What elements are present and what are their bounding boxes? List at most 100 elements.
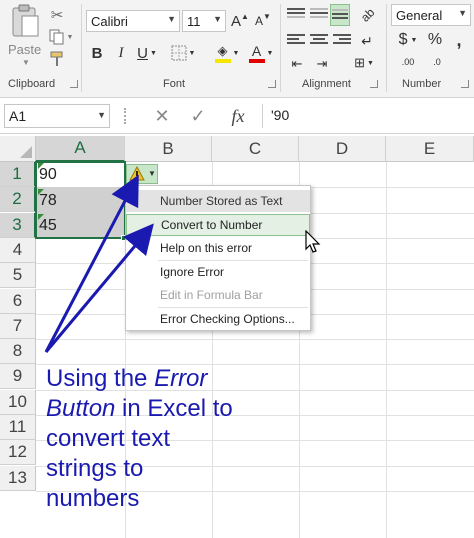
row-header-5[interactable]: 5	[0, 263, 36, 288]
font-name-select[interactable]: Calibri ▼	[86, 10, 180, 32]
grow-font-button[interactable]: A ▲	[230, 10, 250, 32]
font-size-select[interactable]: 11 ▼	[182, 10, 226, 32]
format-painter-button[interactable]	[48, 50, 66, 68]
copy-button[interactable]: ▼	[48, 28, 74, 46]
number-dialog-launcher[interactable]	[461, 80, 469, 88]
cut-button[interactable]: ✂	[48, 6, 66, 24]
row-header-1[interactable]: 1	[0, 162, 36, 187]
cancel-button[interactable]: ✕	[150, 104, 174, 128]
grid-column-line	[386, 162, 387, 538]
error-indicator-icon	[38, 189, 44, 195]
row-header-13[interactable]: 13	[0, 466, 36, 491]
error-button[interactable]: ▼	[126, 164, 158, 184]
italic-icon: I	[118, 44, 124, 61]
caption-line-1a: Using the	[46, 365, 155, 392]
chevron-down-icon: ▼	[22, 58, 30, 67]
align-top-icon[interactable]	[287, 8, 305, 22]
align-bottom-icon[interactable]	[330, 4, 350, 26]
cell-a1[interactable]: 90	[37, 162, 125, 187]
decrease-indent-button[interactable]: ⇤	[287, 56, 307, 72]
cell-a3[interactable]: 45	[37, 213, 125, 238]
align-right-icon[interactable]	[333, 34, 351, 48]
menu-header-number-stored-as-text: Number Stored as Text	[126, 190, 310, 212]
cell-a2[interactable]: 78	[37, 188, 125, 213]
chevron-down-icon: ▼	[97, 110, 106, 120]
check-icon: ✓	[190, 105, 206, 126]
percent-button[interactable]: %	[426, 30, 444, 50]
row-header-6[interactable]: 6	[0, 289, 36, 314]
column-header-e[interactable]: E	[386, 136, 474, 162]
borders-icon	[171, 45, 187, 61]
menu-item-help-on-error[interactable]: Help on this error	[126, 237, 310, 259]
increase-indent-button[interactable]: ⇥	[312, 56, 332, 72]
column-header-d[interactable]: D	[299, 136, 386, 162]
outdent-icon: ⇤	[291, 56, 303, 71]
bold-button[interactable]: B	[88, 42, 106, 64]
number-format-value: General	[396, 7, 443, 23]
row-header-3[interactable]: 3	[0, 213, 36, 238]
row-header-7[interactable]: 7	[0, 314, 36, 339]
paste-button[interactable]: Paste ▼	[6, 4, 44, 67]
row-header-9[interactable]: 9	[0, 364, 36, 389]
menu-item-convert-to-number[interactable]: Convert to Number	[126, 214, 310, 236]
font-group-label: Font	[163, 78, 186, 90]
caption-line-1b: Error	[154, 365, 208, 392]
fill-color-button[interactable]: ◈ ▼	[212, 40, 242, 66]
font-size-value: 11	[187, 13, 201, 29]
shrink-font-button[interactable]: A ▼	[253, 10, 273, 32]
row-header-11[interactable]: 11	[0, 415, 36, 440]
percent-icon: %	[427, 31, 443, 48]
merge-center-button[interactable]: ⊞ ▼	[348, 54, 380, 72]
insert-function-button[interactable]: fx	[224, 104, 252, 128]
wrap-text-button[interactable]: ↵	[358, 32, 376, 50]
wrap-text-icon: ↵	[361, 32, 373, 49]
menu-item-ignore-error[interactable]: Ignore Error	[126, 261, 310, 283]
row-header-8[interactable]: 8	[0, 339, 36, 364]
align-left-icon[interactable]	[287, 34, 305, 48]
chevron-down-icon: ▼	[410, 36, 418, 44]
scissors-icon: ✂	[50, 7, 64, 24]
row-header-4[interactable]: 4	[0, 238, 36, 263]
orientation-icon: ab	[358, 5, 378, 25]
row-header-12[interactable]: 12	[0, 440, 36, 465]
decrease-decimal-button[interactable]: .0	[424, 54, 450, 70]
align-center-icon[interactable]	[310, 34, 328, 48]
caption-line-3: convert text	[46, 425, 171, 452]
currency-icon: $	[398, 31, 408, 48]
caption-text: Using the Error Button in Excel to conve…	[46, 364, 306, 514]
chevron-down-icon: ▼	[149, 49, 157, 57]
clipboard-dialog-launcher[interactable]	[70, 80, 78, 88]
underline-button[interactable]: U ▼	[134, 42, 160, 64]
error-indicator-icon	[38, 214, 44, 220]
currency-button[interactable]: $ ▼	[393, 30, 423, 50]
chevron-down-icon: ▼	[458, 8, 467, 18]
row-header-2[interactable]: 2	[0, 187, 36, 212]
menu-item-error-checking-options[interactable]: Error Checking Options...	[126, 308, 310, 330]
chevron-down-icon: ▼	[167, 14, 176, 24]
indent-icon: ⇥	[316, 56, 328, 71]
enter-button[interactable]: ✓	[186, 104, 210, 128]
column-header-a[interactable]: A	[36, 136, 125, 162]
copy-icon	[49, 29, 64, 45]
formula-input[interactable]: '90	[262, 104, 472, 128]
comma-button[interactable]: ,	[450, 30, 468, 50]
column-header-b[interactable]: B	[125, 136, 212, 162]
increase-decimal-button[interactable]: .00	[395, 54, 421, 70]
grow-font-icon: A	[231, 12, 242, 30]
font-color-button[interactable]: A ▼	[246, 40, 276, 66]
select-all-corner[interactable]	[0, 136, 36, 162]
row-header-10[interactable]: 10	[0, 390, 36, 415]
borders-button[interactable]: ▼	[168, 42, 198, 64]
caption-line-2b: in Excel to	[115, 395, 233, 422]
align-middle-icon[interactable]	[310, 8, 328, 22]
grid-row-line	[36, 339, 474, 340]
formula-bar-grip[interactable]	[124, 108, 128, 124]
font-dialog-launcher[interactable]	[268, 80, 276, 88]
column-header-c[interactable]: C	[212, 136, 299, 162]
alignment-dialog-launcher[interactable]	[370, 80, 378, 88]
italic-button[interactable]: I	[112, 42, 130, 64]
number-format-select[interactable]: General ▼	[391, 4, 471, 26]
orientation-button[interactable]: ab	[356, 5, 380, 25]
clipboard-group-label: Clipboard	[8, 78, 56, 90]
name-box[interactable]: A1 ▼	[4, 104, 110, 128]
